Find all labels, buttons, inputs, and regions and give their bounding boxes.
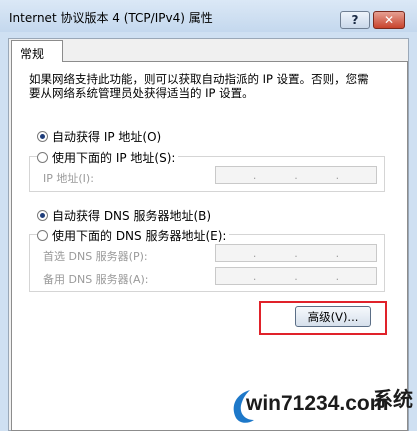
alternate-dns-label: 备用 DNS 服务器(A): xyxy=(43,273,149,286)
radio-unselected-icon xyxy=(37,152,48,163)
ip-address-label: IP 地址(I): xyxy=(43,172,94,185)
ip-address-input[interactable]: ... xyxy=(215,166,377,184)
help-icon: ? xyxy=(351,13,359,27)
title-bar[interactable]: Internet 协议版本 4 (TCP/IPv4) 属性 ? ✕ xyxy=(0,0,417,32)
advanced-button[interactable]: 高级(V)... xyxy=(295,306,371,327)
radio-selected-icon xyxy=(37,210,48,221)
auto-ip-radio[interactable]: 自动获得 IP 地址(O) xyxy=(37,128,161,145)
manual-ip-radio[interactable]: 使用下面的 IP 地址(S): xyxy=(37,149,179,166)
radio-unselected-icon xyxy=(37,230,48,241)
close-button[interactable]: ✕ xyxy=(373,11,405,29)
alternate-dns-input[interactable]: ... xyxy=(215,267,377,285)
help-button[interactable]: ? xyxy=(340,11,370,29)
preferred-dns-label: 首选 DNS 服务器(P): xyxy=(43,250,148,263)
preferred-dns-input[interactable]: ... xyxy=(215,244,377,262)
radio-selected-icon xyxy=(37,131,48,142)
manual-dns-radio[interactable]: 使用下面的 DNS 服务器地址(E): xyxy=(37,227,230,244)
tcpip-properties-window: Internet 协议版本 4 (TCP/IPv4) 属性 ? ✕ 常规 如果网… xyxy=(0,0,417,431)
watermark-logo-text: 系统 xyxy=(373,387,413,411)
auto-dns-label: 自动获得 DNS 服务器地址(B) xyxy=(52,209,212,223)
watermark-site: win71234.com xyxy=(246,392,389,415)
manual-dns-label: 使用下面的 DNS 服务器地址(E): xyxy=(52,229,227,243)
close-icon: ✕ xyxy=(383,13,395,27)
tab-general[interactable]: 常规 xyxy=(11,40,63,62)
auto-dns-radio[interactable]: 自动获得 DNS 服务器地址(B) xyxy=(37,207,211,224)
auto-ip-label: 自动获得 IP 地址(O) xyxy=(52,130,162,144)
window-title: Internet 协议版本 4 (TCP/IPv4) 属性 xyxy=(9,11,213,25)
manual-ip-label: 使用下面的 IP 地址(S): xyxy=(52,151,176,165)
intro-text: 如果网络支持此功能，则可以获取自动指派的 IP 设置。否则，您需要从网络系统管理… xyxy=(29,72,369,100)
